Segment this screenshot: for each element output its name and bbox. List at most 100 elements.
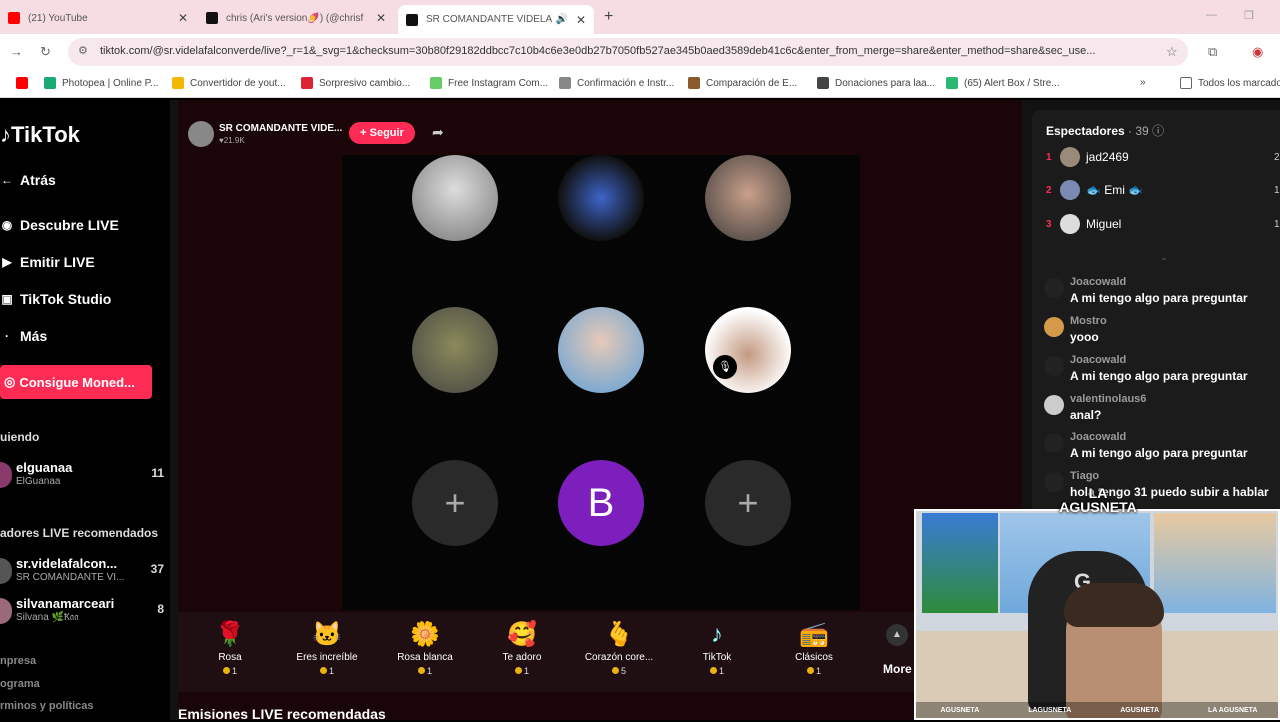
- bookmark-donaciones[interactable]: Donaciones para laa...: [817, 77, 935, 89]
- chat-username[interactable]: Tiago: [1070, 470, 1099, 482]
- chat-text: yooo: [1070, 330, 1099, 344]
- bookmark-star-icon[interactable]: ☆: [1166, 44, 1178, 60]
- top-viewer[interactable]: 3 Miguel 1: [1046, 213, 1280, 235]
- bookmark-sorpresivo[interactable]: Sorpresivo cambio...: [301, 77, 410, 89]
- close-icon[interactable]: ✕: [376, 11, 386, 25]
- nav-discover-live[interactable]: ◉ Descubre LIVE: [0, 217, 119, 233]
- chat-username[interactable]: Joacowald: [1070, 354, 1126, 366]
- speaker-icon[interactable]: 🔊: [556, 14, 568, 25]
- guest-avatar[interactable]: [558, 155, 644, 241]
- nav-tiktok-studio[interactable]: ▣ TikTok Studio: [0, 291, 111, 307]
- more-gifts-button[interactable]: More: [883, 662, 912, 676]
- account-name: sr.videlafalcon...: [16, 556, 118, 571]
- gift-price: 1: [769, 666, 859, 676]
- tiktok-logo[interactable]: ♪TikTok: [0, 122, 80, 148]
- viewers-header[interactable]: Espectadores · 39 ⓘ: [1046, 122, 1164, 139]
- chat-username[interactable]: Mostro: [1070, 315, 1107, 327]
- recommended-account[interactable]: sr.videlafalcon... SR COMANDANTE VI... 3…: [0, 554, 168, 588]
- guest-avatar[interactable]: [412, 155, 498, 241]
- nav-back[interactable]: ← Atrás: [0, 172, 56, 188]
- footer-link-program[interactable]: ograma: [0, 678, 40, 690]
- guest-avatar[interactable]: 🎙: [705, 307, 791, 393]
- chat-username[interactable]: valentinolaus6: [1070, 393, 1146, 405]
- forward-icon[interactable]: →: [10, 44, 23, 59]
- guest-avatar[interactable]: [705, 155, 791, 241]
- host-likes: ♥21.9K: [219, 136, 245, 145]
- youtube-bookmark-icon[interactable]: [16, 77, 34, 89]
- url-bar[interactable]: ⚙ tiktok.com/@sr.videlafalconverde/live?…: [68, 38, 1188, 66]
- share-icon[interactable]: ➦: [432, 124, 444, 141]
- following-label: uiendo: [0, 430, 40, 444]
- get-coins-button[interactable]: ◎ Consigue Moned...: [0, 365, 152, 399]
- avatar[interactable]: [1044, 356, 1064, 376]
- new-tab-button[interactable]: +: [604, 8, 613, 26]
- avatar[interactable]: [1044, 317, 1064, 337]
- guest-avatar[interactable]: [558, 307, 644, 393]
- avatar[interactable]: [1044, 278, 1064, 298]
- gift-tiktok[interactable]: ♪ TikTok 1: [672, 620, 762, 676]
- tab-youtube[interactable]: (21) YouTube ✕: [0, 5, 196, 31]
- gift-eres-increible[interactable]: 🐱 Eres increíble 1: [282, 620, 372, 676]
- avatar[interactable]: [1044, 433, 1064, 453]
- bookmark-convertidor[interactable]: Convertidor de yout...: [172, 77, 286, 89]
- gift-te-adoro[interactable]: 🥰 Te adoro 1: [477, 620, 567, 676]
- bookmark-alertbox[interactable]: (65) Alert Box / Stre...: [946, 77, 1060, 89]
- gift-rosa[interactable]: 🌹 Rosa 1: [185, 620, 275, 676]
- tab-title: chris (Ari's version🍠) (@chrisf: [226, 12, 364, 24]
- extensions-icon[interactable]: ⧉: [1208, 44, 1217, 60]
- nav-go-live[interactable]: ▶ Emitir LIVE: [0, 254, 94, 270]
- bookmarks-overflow-icon[interactable]: »: [1140, 77, 1146, 88]
- plus-icon: +: [737, 482, 759, 523]
- host-info[interactable]: SR COMANDANTE VIDE... ♥21.9K: [188, 120, 342, 148]
- gift-name: Eres increíble: [296, 652, 358, 663]
- bookmark-photopea[interactable]: Photopea | Online P...: [44, 77, 158, 89]
- gift-name: Rosa blanca: [397, 652, 453, 663]
- viewer-score: 1: [1274, 184, 1280, 196]
- gift-price: 1: [477, 666, 567, 676]
- tab-tiktok-chris[interactable]: chris (Ari's version🍠) (@chrisf ✕: [198, 5, 394, 31]
- site-info-icon[interactable]: ⚙: [78, 44, 88, 57]
- join-slot-button[interactable]: +: [412, 460, 498, 546]
- bookmarks-folder[interactable]: Todos los marcado: [1180, 77, 1280, 89]
- tab-tiktok-live[interactable]: SR COMANDANTE VIDELA 🔊 ✕: [398, 5, 594, 34]
- chevron-down-icon[interactable]: ⌄: [1160, 252, 1168, 263]
- top-viewer[interactable]: 2 🐟 Emi 🐟 1: [1046, 179, 1280, 201]
- gift-rosa-blanca[interactable]: 🌼 Rosa blanca 1: [380, 620, 470, 676]
- info-icon[interactable]: ⓘ: [1152, 124, 1164, 138]
- nav-more[interactable]: · Más: [0, 328, 47, 344]
- avatar[interactable]: [1044, 395, 1064, 415]
- profile-icon[interactable]: ◉: [1252, 44, 1263, 60]
- gift-clasicos[interactable]: 📻 Clásicos 1: [769, 620, 859, 676]
- youtube-handle: LA AGUSNETA: [1207, 706, 1258, 714]
- close-icon[interactable]: ✕: [178, 11, 188, 25]
- following-account[interactable]: elguanaa ElGuanaa 11: [0, 458, 168, 492]
- bookmark-confirmacion[interactable]: Confirmación e Instr...: [559, 77, 674, 89]
- youtube-icon: [8, 12, 20, 24]
- viewers-title: Espectadores: [1046, 124, 1125, 138]
- guest-avatar[interactable]: [412, 307, 498, 393]
- close-icon[interactable]: ✕: [576, 13, 586, 27]
- bookmark-comparacion[interactable]: Comparación de E...: [688, 77, 797, 89]
- host-name[interactable]: SR COMANDANTE VIDE...: [219, 123, 342, 134]
- restore-icon[interactable]: ❐: [1244, 9, 1254, 22]
- recommended-account[interactable]: silvanamarceari Silvana 🌿Ҟ𝔞𝔞 8: [0, 594, 168, 628]
- guest-avatar[interactable]: B: [558, 460, 644, 546]
- follow-button[interactable]: + Seguir: [349, 122, 415, 144]
- chevron-up-icon[interactable]: ▲: [886, 624, 908, 646]
- gift-corazon[interactable]: 🫰 Corazón core... 5: [574, 620, 664, 676]
- account-subtitle: SR COMANDANTE VI...: [16, 572, 125, 583]
- reload-icon[interactable]: ↻: [40, 44, 51, 60]
- viewer-rank: 1: [1046, 151, 1052, 163]
- bookmark-instagram[interactable]: Free Instagram Com...: [430, 77, 548, 89]
- chat-username[interactable]: Joacowald: [1070, 276, 1126, 288]
- footer-link-terms[interactable]: rminos y políticas: [0, 700, 94, 712]
- url-text[interactable]: tiktok.com/@sr.videlafalconverde/live?_r…: [100, 45, 1160, 57]
- join-slot-button[interactable]: +: [705, 460, 791, 546]
- chat-username[interactable]: Joacowald: [1070, 431, 1126, 443]
- host-avatar[interactable]: [188, 121, 214, 147]
- heart-face-icon: 🥰: [507, 621, 537, 648]
- footer-link-company[interactable]: npresa: [0, 655, 36, 667]
- finger-heart-icon: 🫰: [604, 621, 634, 648]
- minimize-icon[interactable]: —: [1206, 9, 1217, 21]
- top-viewer[interactable]: 1 jad2469 2: [1046, 146, 1280, 168]
